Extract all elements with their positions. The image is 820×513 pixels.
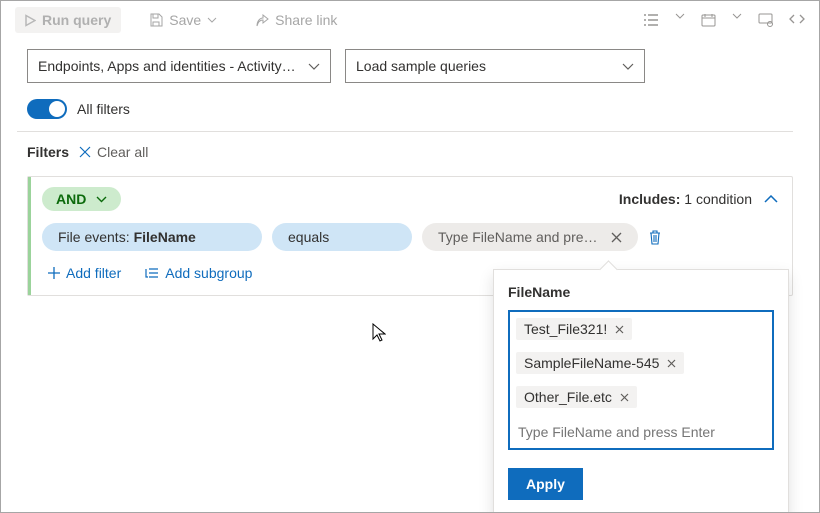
add-subgroup-button[interactable]: Add subgroup (145, 265, 252, 281)
save-button[interactable]: Save (139, 7, 227, 33)
share-label: Share link (275, 12, 337, 28)
save-label: Save (169, 12, 201, 28)
list-view-icon[interactable] (643, 13, 659, 27)
tag-label: Test_File321! (524, 321, 607, 337)
tag-item: Other_File.etc (516, 386, 637, 408)
subgroup-icon (145, 267, 159, 279)
remove-tag-button[interactable] (667, 359, 676, 368)
sample-queries-dropdown[interactable]: Load sample queries (345, 49, 645, 83)
tag-item: SampleFileName-545 (516, 352, 684, 374)
add-subgroup-label: Add subgroup (165, 265, 252, 281)
value-chip-placeholder: Type FileName and press … (438, 229, 599, 245)
add-filter-label: Add filter (66, 265, 121, 281)
all-filters-toggle[interactable] (27, 99, 67, 119)
filters-label: Filters (27, 144, 69, 160)
value-chip[interactable]: Type FileName and press … (422, 223, 638, 251)
add-filter-button[interactable]: Add filter (48, 265, 121, 281)
chevron-down-icon (96, 196, 107, 203)
includes-summary: Includes: 1 condition (619, 191, 752, 207)
apply-button[interactable]: Apply (508, 468, 583, 500)
tag-text-input[interactable] (516, 420, 766, 440)
field-chip-value: FileName (134, 229, 196, 245)
share-link-button[interactable]: Share link (245, 7, 347, 33)
chevron-down-icon[interactable] (675, 13, 685, 27)
close-icon[interactable] (611, 232, 622, 243)
chevron-down-icon[interactable] (732, 13, 742, 27)
delete-condition-button[interactable] (648, 229, 662, 245)
code-view-icon[interactable] (789, 13, 805, 27)
field-chip[interactable]: File events: FileName (42, 223, 262, 251)
popover-title: FileName (508, 284, 774, 300)
tag-input-box[interactable]: Test_File321! SampleFileName-545 Other_F… (508, 310, 774, 450)
operator-chip[interactable]: equals (272, 223, 412, 251)
play-icon (25, 14, 36, 27)
clear-all-button[interactable]: Clear all (79, 144, 148, 160)
scope-dropdown[interactable]: Endpoints, Apps and identities - Activit… (27, 49, 331, 83)
tag-label: SampleFileName-545 (524, 355, 659, 371)
save-icon (149, 13, 163, 27)
tag-item: Test_File321! (516, 318, 632, 340)
filename-popover: FileName Test_File321! SampleFileName-54… (493, 269, 789, 513)
close-icon (79, 146, 91, 158)
chevron-down-icon (622, 63, 634, 70)
group-operator-label: AND (56, 191, 86, 207)
all-filters-label: All filters (77, 101, 130, 117)
chevron-down-icon (308, 63, 320, 70)
share-icon (255, 14, 269, 27)
chevron-down-icon (207, 17, 217, 23)
remove-tag-button[interactable] (620, 393, 629, 402)
run-query-button[interactable]: Run query (15, 7, 121, 33)
run-query-label: Run query (42, 12, 111, 28)
tag-label: Other_File.etc (524, 389, 612, 405)
toolbar: Run query Save Share link (1, 1, 819, 37)
custom-query-icon[interactable] (758, 13, 773, 27)
scope-dropdown-label: Endpoints, Apps and identities - Activit… (38, 58, 296, 74)
calendar-icon[interactable] (701, 13, 716, 27)
field-chip-prefix: File events: (58, 229, 130, 245)
remove-tag-button[interactable] (615, 325, 624, 334)
cursor-icon (372, 323, 386, 342)
clear-all-label: Clear all (97, 144, 148, 160)
operator-chip-label: equals (288, 229, 329, 245)
sample-queries-label: Load sample queries (356, 58, 486, 74)
plus-icon (48, 267, 60, 279)
group-operator-pill[interactable]: AND (42, 187, 121, 211)
collapse-group-button[interactable] (764, 195, 778, 203)
